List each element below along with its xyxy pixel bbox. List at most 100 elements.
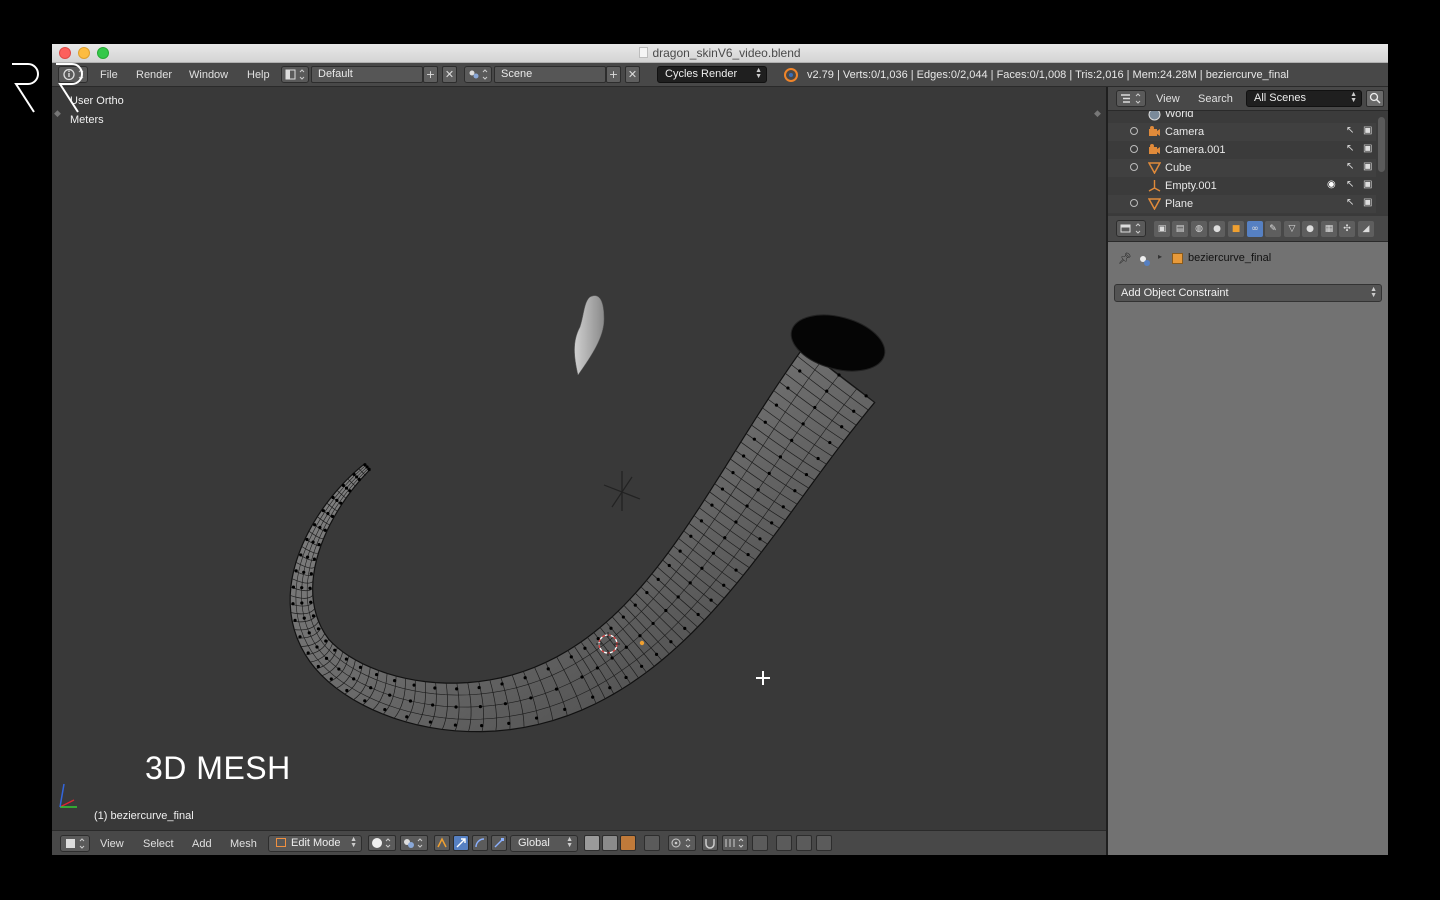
pin-icon[interactable]: 📌︎ <box>1118 252 1132 265</box>
viewport-render-settings-button[interactable] <box>816 835 832 851</box>
opengl-render-image-button[interactable] <box>776 835 792 851</box>
viewport-editor-type-button[interactable] <box>60 835 90 852</box>
document-icon <box>639 47 649 58</box>
menu-window[interactable]: Window <box>189 69 228 81</box>
restrict-select-icon[interactable]: ↖ <box>1346 125 1354 136</box>
proportional-editing-dropdown[interactable] <box>668 835 696 851</box>
outliner-search-button[interactable] <box>1366 90 1384 107</box>
add-object-constraint-dropdown[interactable]: Add Object Constraint ▲ ▼ <box>1114 284 1382 302</box>
viewport-menu-view[interactable]: View <box>100 838 124 850</box>
snap-target-button[interactable] <box>752 835 768 851</box>
viewport-menu-add[interactable]: Add <box>192 838 212 850</box>
search-icon <box>1369 92 1381 104</box>
world-icon <box>1148 111 1161 121</box>
outliner-scrollbar[interactable] <box>1378 117 1385 172</box>
dragon-tail-mesh[interactable] <box>289 305 891 733</box>
viewport-shading-dropdown[interactable] <box>368 835 396 851</box>
tab-modifiers[interactable]: ✎ <box>1265 221 1281 237</box>
edge-select-mode-button[interactable] <box>602 835 618 851</box>
restrict-render-icon[interactable]: ▣ <box>1363 161 1372 172</box>
scene-field[interactable]: Scene <box>494 66 606 83</box>
menu-help[interactable]: Help <box>247 69 270 81</box>
rr-logo-watermark <box>12 63 83 113</box>
rotate-manipulator-button[interactable] <box>472 835 488 851</box>
restrict-render-icon[interactable]: ▣ <box>1363 125 1372 136</box>
pivot-point-dropdown[interactable] <box>400 835 428 851</box>
viewport-scene <box>59 295 891 808</box>
tab-material[interactable]: ● <box>1302 221 1318 237</box>
restrict-select-icon[interactable]: ↖ <box>1346 179 1354 190</box>
manipulator-icon <box>437 837 447 848</box>
camera-icon <box>1149 144 1160 154</box>
outliner-item-cube[interactable]: Cube ↖ ▣ <box>1108 159 1376 177</box>
empty-object-marker[interactable] <box>603 471 641 511</box>
translate-manipulator-button[interactable] <box>453 835 469 851</box>
outliner-menu-search[interactable]: Search <box>1198 93 1233 105</box>
restrict-select-icon[interactable]: ↖ <box>1346 197 1354 208</box>
outliner-display-mode-dropdown[interactable]: All Scenes ▲ ▼ <box>1246 90 1362 107</box>
pivot-icon <box>404 838 423 848</box>
3d-viewport[interactable]: User Ortho Meters ◆ ◆ (1) beziercurve_fi… <box>52 87 1106 830</box>
render-engine-dropdown[interactable]: Cycles Render ▲ ▼ <box>657 66 767 83</box>
tab-object-data[interactable]: ▽ <box>1284 221 1300 237</box>
solid-shading-icon <box>372 838 391 848</box>
outliner-editor-type-button[interactable] <box>1116 90 1146 107</box>
tab-world[interactable]: ● <box>1209 221 1225 237</box>
add-scene-button[interactable]: + <box>606 66 621 83</box>
manipulator-toggle[interactable] <box>434 835 450 851</box>
active-object-label: (1) beziercurve_final <box>94 810 194 822</box>
tab-scene[interactable]: ◍ <box>1191 221 1207 237</box>
scale-manipulator-button[interactable] <box>491 835 507 851</box>
expand-toggle-icon[interactable] <box>1130 127 1138 135</box>
outliner-item-camera[interactable]: Camera ↖ ▣ <box>1108 123 1376 141</box>
tab-render-layers[interactable]: ▤ <box>1172 221 1188 237</box>
outliner-item-plane[interactable]: Plane ↖ ▣ <box>1108 195 1376 213</box>
expand-toggle-icon[interactable] <box>1130 145 1138 153</box>
outliner-item-world[interactable]: World <box>1108 111 1376 123</box>
tab-particles[interactable]: ✣ <box>1339 221 1355 237</box>
screen-layout-field[interactable]: Default <box>311 66 423 83</box>
vertex-select-mode-button[interactable] <box>584 835 600 851</box>
viewport-menu-mesh[interactable]: Mesh <box>230 838 257 850</box>
tab-render[interactable]: ▣ <box>1154 221 1170 237</box>
menu-render[interactable]: Render <box>136 69 172 81</box>
viewport-menu-select[interactable]: Select <box>143 838 174 850</box>
properties-editor-type-button[interactable] <box>1116 220 1146 237</box>
restrict-select-icon[interactable]: ↖ <box>1346 143 1354 154</box>
scene-browse-button[interactable] <box>464 66 492 83</box>
outliner-menu-view[interactable]: View <box>1156 93 1180 105</box>
restrict-render-icon[interactable]: ▣ <box>1363 143 1372 154</box>
tab-object[interactable]: ■ <box>1228 221 1244 237</box>
blender-logo-icon <box>784 68 798 82</box>
scene-icon <box>469 69 488 80</box>
limit-selection-visible-button[interactable] <box>644 835 660 851</box>
visibility-eye-icon[interactable]: ◉ <box>1327 179 1336 190</box>
tab-object-constraints[interactable]: ∞ <box>1247 221 1263 237</box>
interaction-mode-dropdown[interactable]: Edit Mode ▲ ▼ <box>268 835 362 852</box>
menu-file[interactable]: File <box>100 69 118 81</box>
transform-orientation-dropdown[interactable]: Global ▲ ▼ <box>510 835 578 852</box>
remove-scene-button[interactable]: ✕ <box>625 66 640 83</box>
restrict-render-icon[interactable]: ▣ <box>1363 179 1372 190</box>
remove-screen-layout-button[interactable]: ✕ <box>442 66 457 83</box>
restrict-select-icon[interactable]: ↖ <box>1346 161 1354 172</box>
tab-texture[interactable]: ▦ <box>1321 221 1337 237</box>
mouse-crosshair-icon <box>756 671 770 685</box>
screen-layout-browse-button[interactable] <box>281 66 309 83</box>
blender-window: dragon_skinV6_video.blend File Render Wi… <box>52 44 1388 855</box>
restrict-render-icon[interactable]: ▣ <box>1363 197 1372 208</box>
expand-toggle-icon[interactable] <box>1130 199 1138 207</box>
face-select-mode-button[interactable] <box>620 835 636 851</box>
outliner-item-camera-001[interactable]: Camera.001 ↖ ▣ <box>1108 141 1376 159</box>
tab-physics[interactable]: ◢ <box>1358 221 1374 237</box>
expand-toggle-icon[interactable] <box>1130 163 1138 171</box>
outliner-item-empty-001[interactable]: Empty.001 ◉ ↖ ▣ <box>1108 177 1376 195</box>
add-screen-layout-button[interactable]: + <box>423 66 438 83</box>
snap-toggle-button[interactable] <box>702 835 718 851</box>
overlay-caption: 3D MESH <box>145 750 291 786</box>
updown-arrows-icon: ▲ ▼ <box>1370 286 1377 299</box>
snap-element-dropdown[interactable] <box>722 835 748 851</box>
claw-mesh[interactable] <box>574 295 605 376</box>
opengl-render-animation-button[interactable] <box>796 835 812 851</box>
properties-header: ▣ ▤ ◍ ● ■ ∞ ✎ ▽ ● ▦ ✣ ◢ <box>1108 216 1388 242</box>
